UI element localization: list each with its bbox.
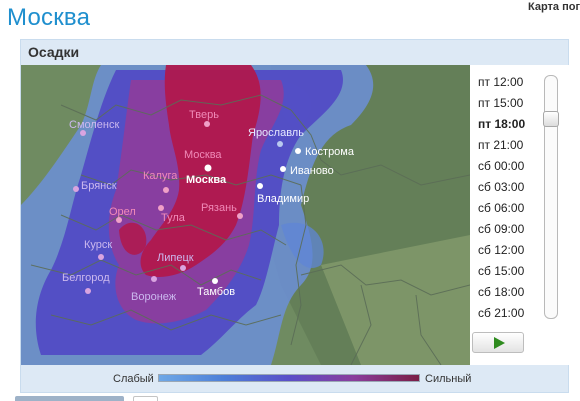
svg-text:Владимир: Владимир [257, 193, 309, 205]
svg-text:Рязань: Рязань [201, 202, 237, 214]
svg-text:Воронеж: Воронеж [131, 291, 177, 303]
weather-map-link[interactable]: Карта погоды [528, 1, 580, 13]
play-icon [494, 337, 505, 349]
timeline-panel: пт 12:00 пт 15:00 пт 18:00 пт 21:00 сб 00:00… [470, 65, 569, 365]
time-item[interactable]: пт 21:00 [478, 138, 523, 152]
svg-text:Брянск: Брянск [81, 180, 117, 192]
timeline-slider[interactable] [543, 75, 559, 319]
time-item[interactable]: сб 12:00 [478, 243, 524, 257]
time-item[interactable]: сб 18:00 [478, 285, 524, 299]
svg-text:Смоленск: Смоленск [69, 119, 119, 131]
svg-text:Липецк: Липецк [157, 252, 194, 264]
legend-color-bar [158, 374, 420, 382]
time-item[interactable]: пт 12:00 [478, 75, 523, 89]
svg-text:Тула: Тула [161, 212, 186, 224]
svg-text:Ярославль: Ярославль [248, 127, 304, 139]
widget-title: Осадки [28, 44, 80, 60]
svg-text:Курск: Курск [84, 239, 112, 251]
legend-weak-label: Слабый [113, 373, 154, 385]
time-item[interactable]: сб 09:00 [478, 222, 524, 236]
bottom-button[interactable] [15, 396, 124, 401]
slider-thumb[interactable] [543, 111, 559, 127]
svg-text:Орел: Орел [109, 206, 136, 218]
svg-text:Москва: Москва [186, 174, 227, 186]
precipitation-map[interactable]: Смоленск Тверь Москва Москва Ярославль К… [21, 65, 470, 365]
time-item[interactable]: пт 15:00 [478, 96, 523, 110]
time-item[interactable]: сб 15:00 [478, 264, 524, 278]
play-button[interactable] [472, 332, 524, 353]
time-item[interactable]: сб 06:00 [478, 201, 524, 215]
legend-strong-label: Сильный [425, 373, 472, 385]
svg-text:Белгород: Белгород [62, 272, 110, 284]
bottom-box[interactable] [133, 396, 158, 401]
time-item[interactable]: сб 03:00 [478, 180, 524, 194]
widget-header: Осадки [21, 40, 568, 65]
svg-text:Иваново: Иваново [290, 165, 334, 177]
time-item[interactable]: сб 21:00 [478, 306, 524, 320]
precipitation-legend: Слабый Сильный [21, 365, 568, 393]
precipitation-widget: Осадки Смоленск Тверь Москва Москва Ярос… [20, 39, 569, 393]
time-item[interactable]: пт 18:00 [478, 117, 525, 131]
svg-text:Тверь: Тверь [189, 109, 219, 121]
svg-text:Москва: Москва [184, 149, 222, 161]
time-item[interactable]: сб 00:00 [478, 159, 524, 173]
svg-text:Кострома: Кострома [305, 146, 355, 158]
svg-text:Калуга: Калуга [143, 170, 178, 182]
city-title: Москва [7, 4, 91, 31]
svg-text:Тамбов: Тамбов [197, 286, 235, 298]
city-moscow-region-label: Москва [184, 149, 222, 161]
